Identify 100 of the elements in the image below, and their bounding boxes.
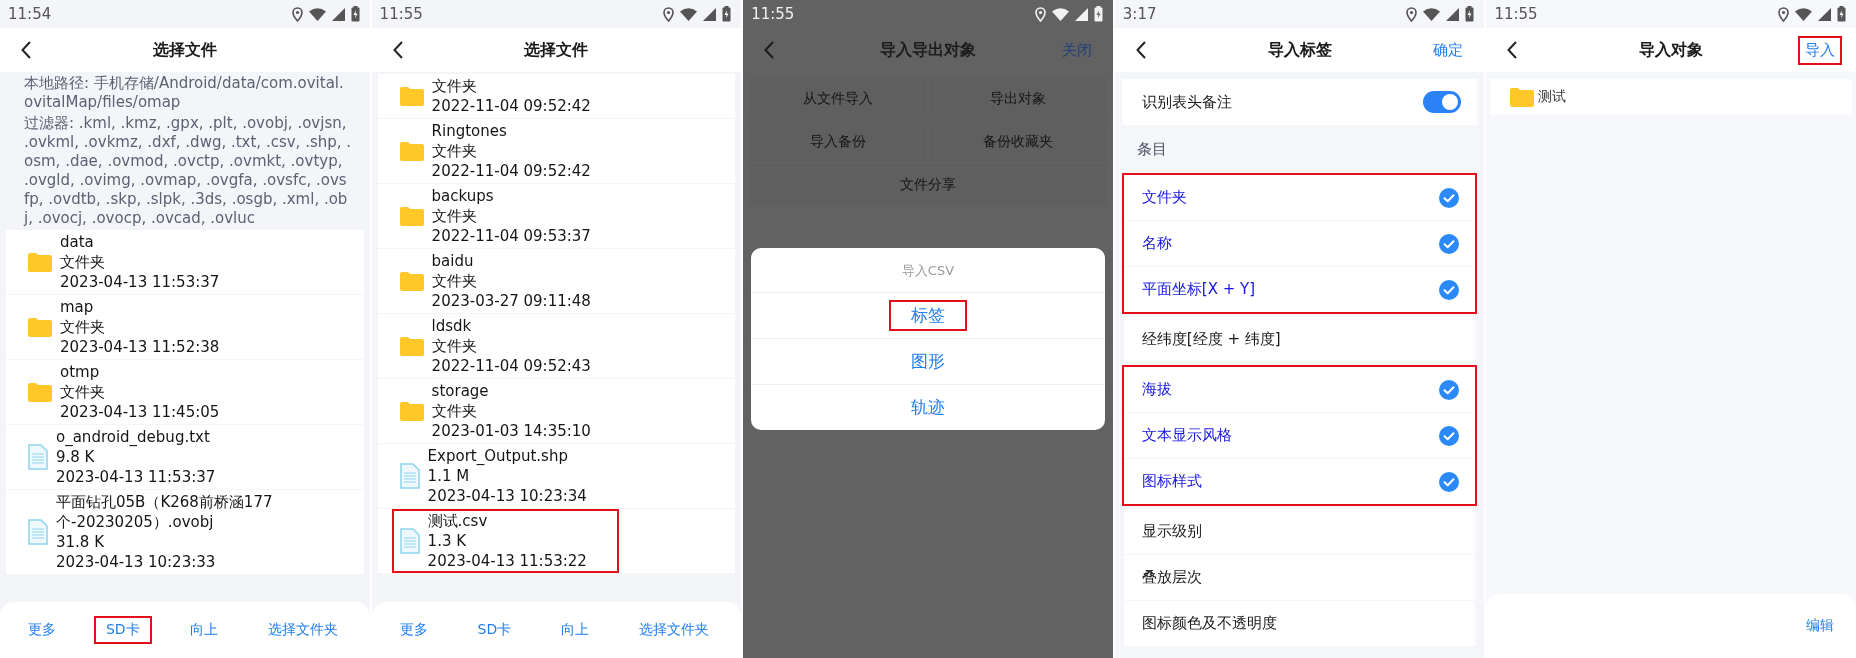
field-row[interactable]: 名称 — [1123, 221, 1476, 266]
file-name: baidu — [431, 251, 475, 271]
file-detail: 文件夹 — [431, 401, 478, 421]
folder-icon — [28, 252, 52, 272]
toolbar-button[interactable]: SD卡 — [465, 616, 524, 644]
field-row[interactable]: 文本显示风格 — [1123, 413, 1476, 458]
file-date: 2023-04-13 11:45:05 — [60, 402, 220, 422]
file-date: 2023-04-13 11:53:37 — [60, 272, 220, 292]
back-icon — [21, 41, 31, 59]
file-name: 测试.csv — [427, 511, 489, 531]
battery-icon — [722, 6, 732, 22]
field-row[interactable]: 经纬度[经度 + 纬度] — [1123, 317, 1476, 362]
signal-icon — [331, 7, 345, 21]
field-label: 图标颜色及不透明度 — [1141, 614, 1277, 633]
field-label: 显示级别 — [1141, 522, 1202, 541]
field-row[interactable]: 图标样式 — [1123, 459, 1476, 504]
file-row[interactable]: o_android_debug.txt 9.8 K 2023-04-13 11:53:37 — [6, 425, 364, 489]
file-row[interactable]: storage 文件夹 2023-01-03 14:35:10 — [377, 379, 736, 443]
field-row[interactable]: 平面坐标[X + Y] — [1123, 267, 1476, 312]
file-date: 2022-11-04 09:53:37 — [431, 226, 591, 246]
file-row[interactable]: Export_Output.shp 1.1 M 2023-04-13 10:23:34 — [377, 444, 736, 508]
file-name: storage — [431, 381, 490, 401]
toolbar-button[interactable]: 更多 — [16, 616, 68, 644]
object-row[interactable]: 测试 — [1490, 79, 1852, 115]
file-detail: 文件夹 — [431, 206, 478, 226]
folder-icon — [28, 317, 52, 337]
file-detail: 文件夹 — [60, 382, 106, 402]
dialog-title: 导入CSV — [900, 262, 956, 280]
toolbar-button[interactable]: 向上 — [177, 616, 230, 644]
file-detail: 文件夹 — [431, 76, 478, 96]
file-detail: 文件夹 — [431, 336, 478, 356]
signal-icon — [1446, 7, 1460, 21]
back-icon — [392, 41, 403, 59]
document-icon — [28, 519, 48, 545]
file-detail: 文件夹 — [431, 141, 478, 161]
screen-title: 导入导出对象 — [880, 39, 976, 61]
back-icon — [1507, 41, 1518, 59]
toolbar-button[interactable]: 更多 — [387, 616, 440, 644]
folder-icon — [399, 206, 424, 226]
toolbar-button[interactable]: 向上 — [549, 616, 602, 644]
file-detail: 1.1 M — [427, 466, 471, 486]
field-label: 名称 — [1141, 234, 1172, 253]
file-date: 2023-04-13 10:23:33 — [56, 552, 217, 572]
dialog-option[interactable]: 轨迹 — [889, 392, 967, 423]
screen-title: 导入对象 — [1639, 39, 1704, 61]
field-row[interactable]: 叠放层次 — [1123, 555, 1476, 600]
file-row[interactable]: 平面钻孔05B（K268前桥涵177个-20230205）.ovobj 31.8 K 2023-04-13 10:23:33 — [6, 490, 364, 574]
battery-icon — [1093, 6, 1103, 22]
import-button[interactable]: 导入 — [1797, 35, 1842, 65]
field-row[interactable]: 显示级别 — [1123, 509, 1476, 554]
file-date: 2023-01-03 14:35:10 — [431, 421, 591, 441]
file-name: 平面钻孔05B（K268前桥涵177个-20230205）.ovobj — [56, 492, 274, 532]
checkmark-icon — [1439, 425, 1460, 446]
file-date: 2022-11-04 09:52:42 — [431, 161, 591, 181]
folder-icon — [28, 382, 52, 402]
file-name: data — [60, 232, 95, 252]
field-row[interactable]: 文件夹 — [1123, 175, 1476, 220]
dialog-option[interactable]: 标签 — [889, 300, 967, 331]
field-row[interactable]: 海拔 — [1123, 367, 1476, 412]
toolbar-button[interactable]: 选择文件夹 — [255, 616, 350, 644]
wifi-icon — [308, 7, 326, 21]
field-label: 叠放层次 — [1141, 568, 1202, 587]
document-icon — [399, 463, 420, 489]
folder-icon — [399, 401, 424, 421]
file-date: 2023-04-13 11:53:22 — [427, 551, 587, 571]
field-row[interactable]: 图标颜色及不透明度 — [1123, 601, 1476, 646]
file-detail: 文件夹 — [60, 252, 106, 272]
file-name: Ringtones — [431, 121, 508, 141]
folder-icon — [399, 141, 424, 161]
wifi-icon — [680, 7, 698, 21]
file-detail: 文件夹 — [431, 271, 478, 291]
dialog-option[interactable]: 图形 — [889, 346, 967, 377]
wifi-icon — [1423, 7, 1441, 21]
file-name: otmp — [60, 362, 101, 382]
confirm-button[interactable]: 确定 — [1426, 35, 1471, 65]
back-icon — [764, 41, 775, 59]
folder-icon — [399, 86, 424, 106]
file-date: 2022-11-04 09:52:42 — [431, 96, 591, 116]
file-name: backups — [431, 186, 495, 206]
document-icon — [28, 444, 48, 470]
signal-icon — [1817, 7, 1831, 21]
location-icon — [291, 6, 303, 22]
file-date: 2023-04-13 11:53:37 — [56, 467, 216, 487]
status-time: 11:55 — [379, 5, 423, 23]
back-icon — [1135, 41, 1146, 59]
toolbar-button[interactable]: 选择文件夹 — [627, 616, 722, 644]
file-row[interactable]: 测试.csv 1.3 K 2023-04-13 11:53:22 — [377, 509, 736, 573]
folder-icon — [399, 271, 424, 291]
file-date: 2022-11-04 09:52:43 — [431, 356, 591, 376]
toolbar-button[interactable]: SD卡 — [93, 616, 152, 644]
toggle-switch[interactable] — [1423, 91, 1462, 113]
signal-icon — [1074, 7, 1088, 21]
status-time: 3:17 — [1122, 5, 1157, 23]
edit-button[interactable]: 编辑 — [1793, 612, 1846, 640]
screen-title: 选择文件 — [152, 39, 217, 61]
field-label: 文件夹 — [1141, 188, 1187, 207]
checkmark-icon — [1439, 471, 1460, 492]
file-row[interactable]: 文件夹 2022-11-04 09:52:42 — [377, 74, 736, 118]
file-name: Export_Output.shp — [427, 446, 569, 466]
status-time: 11:55 — [1494, 5, 1538, 23]
